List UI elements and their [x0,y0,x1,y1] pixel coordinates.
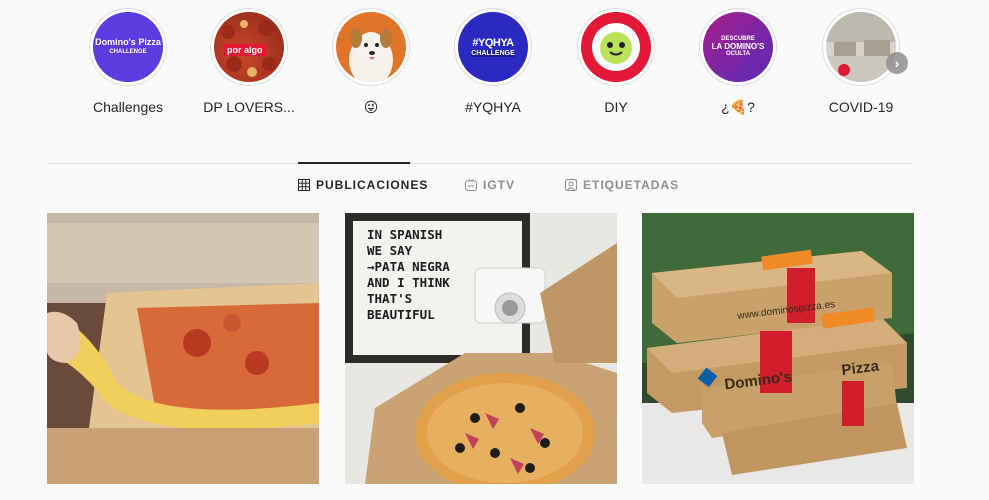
cover-text: #YQHYA [472,36,514,49]
highlight-label: DIY [604,99,628,115]
tab-label: PUBLICACIONES [316,178,429,192]
office-image [826,12,896,82]
cover-subtext: CHALLENGE [471,49,515,57]
cover-text: LA DOMINO'S [711,41,765,51]
cover-text: Domino's Pizza [95,37,161,48]
letterboard-text: IN SPANISH WE SAY →PATA NEGRA AND I THIN… [367,227,450,323]
highlight-challenges[interactable]: Domino's Pizza CHALLENGE Challenges [68,8,188,115]
letterboard-line: AND I THINK [367,275,450,290]
highlight-ring: DESCUBRE LA DOMINO'S OCULTA [699,8,777,86]
letterboard-line: BEAUTIFUL [367,307,435,322]
post-pizza-cheese-pull[interactable] [47,213,319,484]
highlight-ring [822,8,900,86]
highlight-label: Challenges [92,99,164,115]
tab-etiquetadas[interactable]: ETIQUETADAS [565,178,679,192]
active-tab-indicator [298,162,410,164]
next-arrow-icon[interactable]: › [886,52,908,74]
igtv-icon [465,179,477,191]
tagged-icon [565,179,577,191]
highlight-cover [826,12,896,82]
highlight-cover: #YQHYA CHALLENGE [458,12,528,82]
letterboard-line: THAT'S [367,291,413,306]
highlight-label: ¿🍕? [721,99,755,115]
post-pizza-letterboard[interactable]: IN SPANISH WE SAY →PATA NEGRA AND I THIN… [345,213,617,484]
highlight-emoji[interactable]: 😜 [311,8,431,116]
highlight-label: DP LOVERS... [203,99,295,115]
highlight-cover: Domino's Pizza CHALLENGE [93,12,163,82]
cover-subtext: OCULTA [725,51,751,58]
highlight-dp-lovers[interactable]: por algo DP LOVERS... [189,8,309,115]
profile-page: Domino's Pizza CHALLENGE Challenges por … [0,0,989,500]
tab-label: ETIQUETADAS [583,178,680,192]
tabs-divider [47,163,913,164]
highlight-diy[interactable]: DIY [556,8,676,115]
highlight-yqhya[interactable]: #YQHYA CHALLENGE #YQHYA [433,8,553,115]
highlight-ring [332,8,410,86]
pizza-cheese-pull-image [47,213,319,484]
diy-badge-image [592,23,640,71]
highlight-label: #YQHYA [465,99,521,115]
highlight-ring [577,8,655,86]
highlight-ring: Domino's Pizza CHALLENGE [89,8,167,86]
story-highlights: Domino's Pizza CHALLENGE Challenges por … [0,8,989,118]
highlight-cover [336,12,406,82]
tab-publicaciones[interactable]: PUBLICACIONES [298,178,428,192]
highlight-cover [581,12,651,82]
cover-text: por algo [224,44,266,56]
tab-igtv[interactable]: IGTV [465,178,515,192]
letterboard-line: WE SAY [367,243,413,258]
profile-tabs: PUBLICACIONES IGTV ETIQUETADAS [0,178,989,198]
highlight-label: 😜 [363,99,379,115]
highlight-ring: #YQHYA CHALLENGE [454,8,532,86]
highlight-pizza-question[interactable]: DESCUBRE LA DOMINO'S OCULTA ¿🍕? [678,8,798,116]
post-stacked-boxes[interactable]: Domino's Pizza www.dominospizza.es [642,213,914,484]
highlight-ring: por algo [210,8,288,86]
letterboard-line: IN SPANISH [367,227,443,242]
cover-subtext: CHALLENGE [109,49,147,56]
grid-icon [298,179,310,191]
letterboard-line: →PATA NEGRA [367,259,450,274]
dog-image [349,28,393,82]
highlight-cover: DESCUBRE LA DOMINO'S OCULTA [703,12,773,82]
highlight-label: COVID-19 [828,99,894,115]
highlight-cover: por algo [214,12,284,82]
stacked-pizza-boxes-image [642,213,914,484]
tab-label: IGTV [483,178,516,192]
